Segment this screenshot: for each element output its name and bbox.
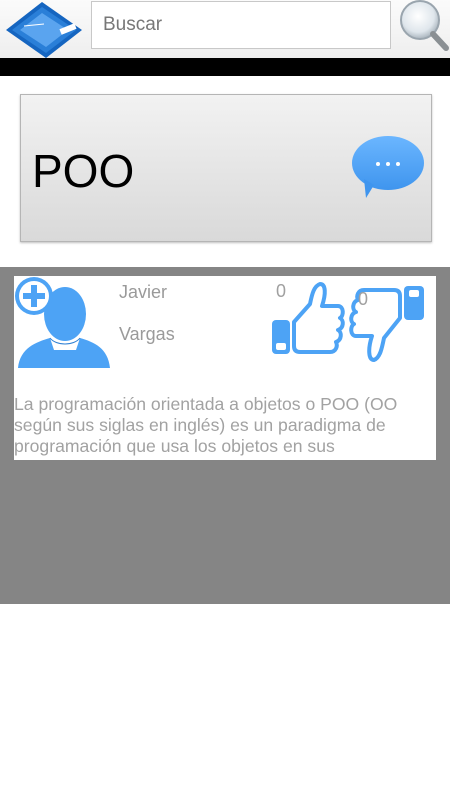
post-body-line: La programación orientada a objetos o PO… [14, 394, 398, 414]
post-card[interactable]: Javier Vargas 0 0 La programación orient… [14, 276, 436, 460]
category-title: POO [32, 145, 135, 197]
author-last-name: Vargas [119, 324, 175, 344]
category-header: POO [20, 94, 432, 242]
post-body: La programación orientada a objetos o PO… [14, 394, 436, 458]
add-user-icon[interactable] [14, 276, 114, 371]
app-logo-icon[interactable] [0, 0, 86, 58]
top-bar [0, 0, 450, 58]
search-input[interactable] [91, 1, 391, 49]
post-body-line: según sus siglas en inglés) es un paradi… [14, 415, 386, 435]
like-count: 0 [276, 281, 287, 301]
chat-bubble-icon [352, 136, 424, 198]
comment-button[interactable] [350, 135, 426, 201]
post-body-line: programación que usa los objetos en sus [14, 436, 335, 456]
divider-band [0, 58, 450, 76]
search-button[interactable] [396, 0, 450, 52]
author-first-name: Javier [119, 282, 168, 302]
feed-area: Javier Vargas 0 0 La programación orient… [0, 267, 450, 604]
dislike-count: 0 [358, 289, 369, 309]
magnifier-icon [400, 0, 449, 51]
